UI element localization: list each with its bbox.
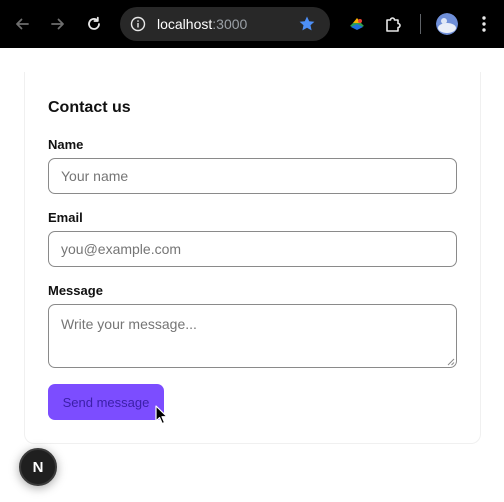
send-message-button[interactable]: Send message — [48, 384, 164, 420]
site-info-button[interactable] — [128, 14, 148, 34]
star-icon — [299, 16, 315, 31]
name-label: Name — [48, 137, 84, 152]
puzzle-icon — [386, 17, 401, 32]
email-label: Email — [48, 210, 83, 225]
message-label: Message — [48, 283, 103, 298]
reload-icon — [88, 16, 100, 30]
avatar-icon — [436, 13, 458, 35]
bookmark-button[interactable] — [297, 14, 317, 34]
resize-grip-icon[interactable] — [447, 358, 455, 366]
forward-button[interactable] — [46, 12, 70, 36]
extensions-menu-button[interactable] — [381, 12, 405, 36]
arrow-right-icon — [51, 18, 64, 30]
url-host: localhost — [157, 16, 213, 32]
name-input[interactable] — [48, 158, 457, 194]
browser-toolbar: localhost:3000 — [0, 0, 504, 48]
info-icon — [130, 16, 146, 32]
address-bar[interactable]: localhost:3000 — [120, 7, 330, 41]
kebab-menu-icon — [482, 16, 486, 32]
extension-button[interactable] — [345, 12, 369, 36]
mouse-cursor-icon — [155, 405, 168, 425]
nextjs-logo-icon: N — [32, 458, 44, 476]
url-text[interactable]: localhost:3000 — [157, 16, 247, 32]
email-input[interactable] — [48, 231, 457, 267]
reload-button[interactable] — [82, 12, 106, 36]
colorful-extension-icon — [350, 18, 364, 30]
page-content: Contact us Name Email Message Send messa… — [0, 48, 504, 502]
message-textarea[interactable] — [48, 304, 457, 368]
chrome-menu-button[interactable] — [474, 12, 494, 36]
profile-button[interactable] — [436, 13, 458, 35]
toolbar-divider — [420, 14, 421, 34]
form-title: Contact us — [48, 99, 131, 116]
nextjs-dev-indicator[interactable]: N — [19, 448, 57, 486]
arrow-left-icon — [16, 18, 29, 30]
url-port: :3000 — [212, 16, 248, 32]
back-button[interactable] — [10, 12, 34, 36]
